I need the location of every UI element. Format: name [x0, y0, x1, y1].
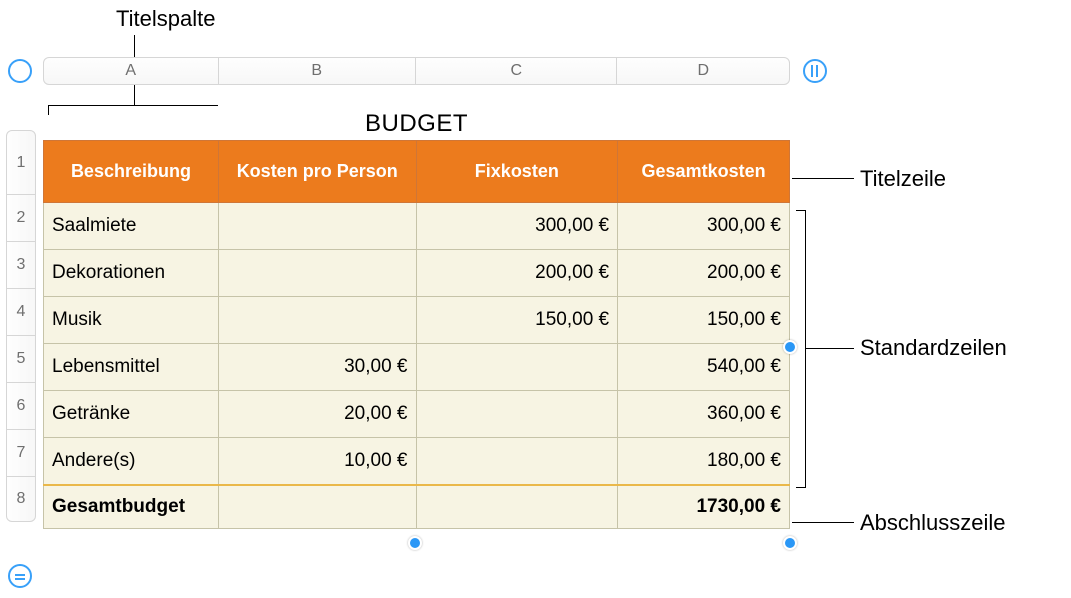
- row-header-strip: 1 2 3 4 5 6 7 8: [6, 130, 36, 522]
- table-row: Musik 150,00 € 150,00 €: [44, 297, 790, 344]
- cell-total[interactable]: 150,00 €: [618, 297, 790, 344]
- cell-fixed[interactable]: 150,00 €: [416, 297, 618, 344]
- column-header-strip: A B C D: [43, 57, 790, 85]
- table-row: Lebensmittel 30,00 € 540,00 €: [44, 344, 790, 391]
- row-header-5[interactable]: 5: [7, 336, 35, 383]
- column-header-a[interactable]: A: [44, 58, 219, 84]
- row-header-3[interactable]: 3: [7, 242, 35, 289]
- cell-total[interactable]: 300,00 €: [618, 203, 790, 250]
- budget-table: Beschreibung Kosten pro Person Fixkosten…: [43, 140, 790, 529]
- table-row: Getränke 20,00 € 360,00 €: [44, 391, 790, 438]
- cell-per-person[interactable]: [218, 203, 416, 250]
- selection-handle-right[interactable]: [783, 340, 797, 354]
- footer-cell[interactable]: [218, 485, 416, 529]
- table-row: Andere(s) 10,00 € 180,00 €: [44, 438, 790, 485]
- footer-cell[interactable]: [416, 485, 618, 529]
- callout-line-titlerow: [792, 178, 854, 179]
- callout-footer-row: Abschlusszeile: [860, 510, 1006, 536]
- cell-desc[interactable]: Getränke: [44, 391, 219, 438]
- cell-per-person[interactable]: [218, 250, 416, 297]
- cell-fixed[interactable]: [416, 438, 618, 485]
- add-column-handle[interactable]: [803, 59, 827, 83]
- cell-fixed[interactable]: 200,00 €: [416, 250, 618, 297]
- cell-desc[interactable]: Lebensmittel: [44, 344, 219, 391]
- cell-desc[interactable]: Saalmiete: [44, 203, 219, 250]
- cell-total[interactable]: 180,00 €: [618, 438, 790, 485]
- row-header-7[interactable]: 7: [7, 430, 35, 477]
- table-title[interactable]: BUDGET: [43, 110, 790, 134]
- selection-handle-bottom[interactable]: [408, 536, 422, 550]
- header-per-person[interactable]: Kosten pro Person: [218, 141, 416, 203]
- footer-label[interactable]: Gesamtbudget: [44, 485, 219, 529]
- cell-per-person[interactable]: 10,00 €: [218, 438, 416, 485]
- header-fixed[interactable]: Fixkosten: [416, 141, 618, 203]
- cell-per-person[interactable]: [218, 297, 416, 344]
- cell-fixed[interactable]: 300,00 €: [416, 203, 618, 250]
- cell-desc[interactable]: Dekorationen: [44, 250, 219, 297]
- callout-line-footer: [792, 522, 854, 523]
- callout-line-standard: [806, 348, 854, 349]
- table-row: Saalmiete 300,00 € 300,00 €: [44, 203, 790, 250]
- table-corner-handle[interactable]: [8, 59, 32, 83]
- column-header-b[interactable]: B: [219, 58, 416, 84]
- callout-title-row: Titelzeile: [860, 166, 946, 192]
- bracket-standard-rows: [796, 210, 806, 488]
- cell-fixed[interactable]: [416, 391, 618, 438]
- canvas: Titelspalte Titelzeile Standardzeilen Ab…: [0, 0, 1071, 598]
- table-row: Dekorationen 200,00 € 200,00 €: [44, 250, 790, 297]
- row-header-6[interactable]: 6: [7, 383, 35, 430]
- table-footer-row: Gesamtbudget 1730,00 €: [44, 485, 790, 529]
- cell-desc[interactable]: Andere(s): [44, 438, 219, 485]
- cell-fixed[interactable]: [416, 344, 618, 391]
- row-header-2[interactable]: 2: [7, 195, 35, 242]
- callout-standard-rows: Standardzeilen: [860, 335, 1007, 361]
- callout-title-column: Titelspalte: [116, 6, 215, 32]
- cell-total[interactable]: 200,00 €: [618, 250, 790, 297]
- column-header-d[interactable]: D: [617, 58, 789, 84]
- cell-per-person[interactable]: 20,00 €: [218, 391, 416, 438]
- cell-total[interactable]: 360,00 €: [618, 391, 790, 438]
- cell-desc[interactable]: Musik: [44, 297, 219, 344]
- add-row-handle[interactable]: [8, 564, 32, 588]
- table-header-row: Beschreibung Kosten pro Person Fixkosten…: [44, 141, 790, 203]
- column-header-c[interactable]: C: [416, 58, 617, 84]
- header-total[interactable]: Gesamtkosten: [618, 141, 790, 203]
- row-header-8[interactable]: 8: [7, 477, 35, 521]
- cell-total[interactable]: 540,00 €: [618, 344, 790, 391]
- selection-handle-corner[interactable]: [783, 536, 797, 550]
- row-header-4[interactable]: 4: [7, 289, 35, 336]
- header-desc[interactable]: Beschreibung: [44, 141, 219, 203]
- cell-per-person[interactable]: 30,00 €: [218, 344, 416, 391]
- row-header-1[interactable]: 1: [7, 131, 35, 195]
- footer-total[interactable]: 1730,00 €: [618, 485, 790, 529]
- spreadsheet-table: BUDGET Beschreibung Kosten pro Person Fi…: [43, 110, 790, 529]
